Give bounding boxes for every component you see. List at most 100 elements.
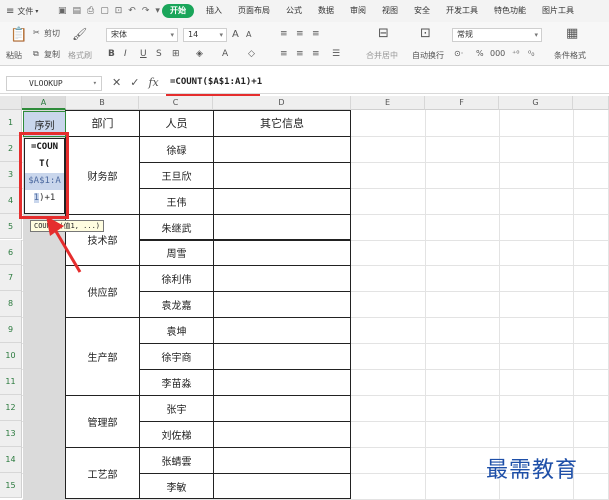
percent-icon[interactable]: % xyxy=(476,49,484,58)
wrap-text-icon[interactable]: ⊡ xyxy=(420,26,431,41)
row-header[interactable]: 14 xyxy=(0,446,22,473)
header-cell-dept[interactable]: 部门 xyxy=(65,110,140,137)
border-icon[interactable]: ⊞ xyxy=(172,49,180,59)
person-cell[interactable]: 李敏 xyxy=(139,472,214,500)
person-cell[interactable]: 王旦欣 xyxy=(139,161,214,189)
person-cell[interactable]: 朱继武 xyxy=(139,213,214,241)
other-info-cell[interactable] xyxy=(213,343,351,370)
print-icon[interactable]: ⎙ xyxy=(87,6,94,16)
tab-review[interactable]: 审阅 xyxy=(342,4,374,18)
font-size-select[interactable]: 14 ▾ xyxy=(183,28,227,42)
other-info-cell[interactable] xyxy=(213,135,351,163)
person-cell[interactable]: 徐利伟 xyxy=(139,265,214,293)
align-center-icon[interactable]: ≡ xyxy=(296,49,304,59)
column-header-g[interactable]: G xyxy=(499,96,573,110)
person-cell[interactable]: 王伟 xyxy=(139,187,214,215)
align-left-icon[interactable]: ≡ xyxy=(280,49,288,59)
format-painter-button[interactable]: 格式刷 xyxy=(68,50,92,61)
person-cell[interactable]: 张宇 xyxy=(139,394,214,422)
other-info-cell[interactable] xyxy=(213,291,351,319)
column-header-e[interactable]: E xyxy=(351,96,425,110)
row-header[interactable]: 6 xyxy=(0,239,22,266)
preview-icon[interactable]: ▢ xyxy=(100,6,109,16)
row-header[interactable]: 10 xyxy=(0,343,22,369)
column-header-f[interactable]: F xyxy=(425,96,499,110)
underline-icon[interactable]: U xyxy=(140,49,147,59)
align-top-icon[interactable]: ≡ xyxy=(280,29,288,39)
dept-cell[interactable]: 生产部 xyxy=(65,317,140,396)
formula-input[interactable]: =COUNT($A$1:A1)+1 xyxy=(170,77,262,87)
person-cell[interactable]: 徐碌 xyxy=(139,135,214,163)
conditional-format-icon[interactable]: ▦ xyxy=(566,26,578,41)
font-color-icon[interactable]: A xyxy=(222,49,228,59)
dept-cell[interactable]: 工艺部 xyxy=(65,446,140,500)
strikethrough-icon[interactable]: S xyxy=(156,49,162,59)
file-menu[interactable]: ≡ 文件 ▾ xyxy=(0,6,52,17)
wrap-text-button[interactable]: 自动换行 xyxy=(412,50,444,61)
select-all-corner[interactable] xyxy=(0,96,22,110)
format-painter-icon[interactable]: 🖌 xyxy=(72,27,87,41)
paste-button[interactable]: 粘贴 xyxy=(6,50,22,61)
tab-view[interactable]: 视图 xyxy=(374,4,406,18)
person-cell[interactable]: 李苗淼 xyxy=(139,369,214,396)
copy-icon[interactable]: ⧉ xyxy=(33,49,39,59)
other-info-cell[interactable] xyxy=(213,446,351,474)
paste-icon[interactable]: 📋 xyxy=(10,27,27,43)
tab-home[interactable]: 开始 xyxy=(162,4,194,18)
increase-font-icon[interactable]: A xyxy=(232,29,239,40)
save-icon[interactable]: ▣ xyxy=(58,6,67,16)
other-info-cell[interactable] xyxy=(213,239,351,267)
currency-icon[interactable]: ⊙· xyxy=(454,49,463,58)
row-header[interactable]: 7 xyxy=(0,265,22,292)
tab-insert[interactable]: 插入 xyxy=(198,4,230,18)
undo-icon[interactable]: ↶ xyxy=(128,6,136,16)
person-cell[interactable]: 徐宇商 xyxy=(139,343,214,370)
merge-center-icon[interactable]: ⊟ xyxy=(378,26,389,41)
tab-formulas[interactable]: 公式 xyxy=(278,4,310,18)
tab-page-layout[interactable]: 页面布局 xyxy=(230,4,278,18)
eraser-icon[interactable]: ◇ xyxy=(248,49,255,59)
row-header[interactable]: 9 xyxy=(0,317,22,344)
column-header-d[interactable]: D xyxy=(213,96,351,110)
row-header[interactable]: 13 xyxy=(0,420,22,447)
align-middle-icon[interactable]: ≡ xyxy=(296,29,304,39)
decrease-font-icon[interactable]: A xyxy=(246,30,251,39)
fill-color-icon[interactable]: ◈ xyxy=(196,49,203,59)
tab-data[interactable]: 数据 xyxy=(310,4,342,18)
person-cell[interactable]: 周雪 xyxy=(139,239,214,267)
column-header-h[interactable] xyxy=(573,96,609,110)
other-info-cell[interactable] xyxy=(213,213,351,241)
other-info-cell[interactable] xyxy=(213,265,351,293)
copy-button[interactable]: 复制 xyxy=(44,49,60,60)
column-header-a[interactable]: A xyxy=(22,96,66,110)
dept-cell[interactable]: 管理部 xyxy=(65,394,140,448)
conditional-format-button[interactable]: 条件格式 xyxy=(554,50,586,61)
cancel-icon[interactable]: ✕ xyxy=(112,76,121,89)
cut-button[interactable]: 剪切 xyxy=(44,28,60,39)
other-info-cell[interactable] xyxy=(213,394,351,422)
tab-security[interactable]: 安全 xyxy=(406,4,438,18)
other-info-cell[interactable] xyxy=(213,187,351,215)
column-header-c[interactable]: C xyxy=(139,96,213,110)
align-bottom-icon[interactable]: ≡ xyxy=(312,29,320,39)
thousands-icon[interactable]: 000 xyxy=(490,49,505,58)
decrease-decimal-icon[interactable]: ⁰₀ xyxy=(528,49,534,58)
row-header[interactable]: 15 xyxy=(0,472,22,499)
chevron-down-icon[interactable]: ▾ xyxy=(155,6,160,16)
header-cell-person[interactable]: 人员 xyxy=(139,110,214,137)
row-header[interactable]: 8 xyxy=(0,291,22,318)
name-box[interactable]: VLOOKUP ▾ xyxy=(6,76,102,91)
other-info-cell[interactable] xyxy=(213,472,351,500)
export-icon[interactable]: ⊡ xyxy=(115,6,123,16)
bold-icon[interactable]: B xyxy=(108,49,115,59)
other-info-cell[interactable] xyxy=(213,317,351,345)
person-cell[interactable]: 张蜻雲 xyxy=(139,446,214,474)
person-cell[interactable]: 袁坤 xyxy=(139,317,214,345)
font-name-select[interactable]: 宋体 ▾ xyxy=(106,28,178,42)
number-format-select[interactable]: 常规 ▾ xyxy=(452,28,542,42)
row-header[interactable]: 11 xyxy=(0,369,22,395)
cut-icon[interactable]: ✂ xyxy=(33,28,40,37)
person-cell[interactable]: 刘佐梯 xyxy=(139,420,214,448)
column-header-b[interactable]: B xyxy=(66,96,139,110)
distribute-icon[interactable]: ☰ xyxy=(332,49,340,59)
